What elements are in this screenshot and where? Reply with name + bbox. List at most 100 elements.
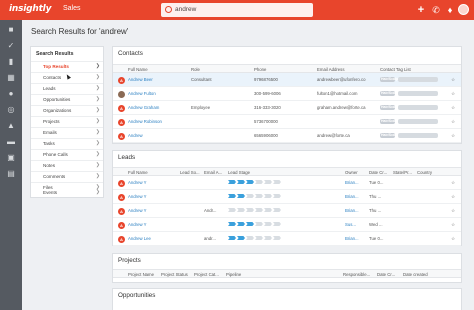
column-header[interactable]: Full Name bbox=[128, 170, 148, 175]
files-icon[interactable]: ▤ bbox=[6, 169, 16, 178]
lead-owner[interactable]: Brian... bbox=[345, 180, 359, 185]
column-header[interactable]: Project Name bbox=[128, 272, 154, 277]
star-icon[interactable]: ☆ bbox=[451, 180, 455, 186]
calendar-icon[interactable]: ▣ bbox=[6, 153, 16, 162]
lead-name[interactable]: Andrew Y bbox=[128, 208, 147, 213]
star-icon[interactable]: ☆ bbox=[451, 222, 455, 228]
search-value[interactable]: andrew bbox=[175, 6, 196, 13]
column-header[interactable]: Lead Stage bbox=[228, 170, 250, 175]
contacts-icon[interactable]: ▮ bbox=[6, 57, 16, 66]
star-icon[interactable]: ☆ bbox=[451, 133, 455, 139]
table-row[interactable]: A Andrew Y Sus... Wed ... ☆ bbox=[113, 218, 461, 232]
leads-icon[interactable]: ◎ bbox=[6, 105, 16, 114]
column-header[interactable]: Owner bbox=[345, 170, 358, 175]
table-row[interactable]: A Andrew Lee andr... Brian... Tue 0... ☆ bbox=[113, 232, 461, 246]
column-header[interactable]: Project Status bbox=[161, 272, 188, 277]
tag-badge[interactable]: Hair/Scalp bbox=[380, 91, 398, 96]
projects-panel: Projects Project Name Project Status Pro… bbox=[112, 253, 462, 283]
star-icon[interactable]: ☆ bbox=[451, 91, 455, 97]
tag-badge[interactable]: Hair/Scalp bbox=[380, 133, 398, 138]
column-header[interactable]: Role bbox=[191, 67, 200, 72]
organizations-icon[interactable]: ▦ bbox=[6, 73, 16, 82]
emails-icon[interactable]: ▬ bbox=[6, 137, 16, 146]
plus-icon[interactable]: + bbox=[415, 4, 427, 16]
tasks-icon[interactable]: ✓ bbox=[6, 41, 16, 50]
lead-owner[interactable]: Brian... bbox=[345, 236, 359, 241]
star-icon[interactable]: ☆ bbox=[451, 208, 455, 214]
column-header[interactable]: Email Address bbox=[317, 67, 344, 72]
phone-icon[interactable]: ✆ bbox=[430, 4, 442, 16]
lead-name[interactable]: Andrew Y bbox=[128, 222, 147, 227]
star-icon[interactable]: ☆ bbox=[451, 194, 455, 200]
star-icon[interactable]: ☆ bbox=[451, 105, 455, 111]
contact-name[interactable]: Andrew bbox=[128, 133, 143, 138]
contact-email[interactable]: fulton1@hotmail.com bbox=[317, 91, 357, 96]
nav-item-phone-calls[interactable]: Phone Calls ❯ bbox=[31, 149, 103, 159]
column-header[interactable]: Country bbox=[417, 170, 432, 175]
table-row[interactable]: A Andrew Beer Consultant 9796876500 andr… bbox=[113, 73, 461, 87]
column-header[interactable]: Date Cr... bbox=[369, 170, 387, 175]
column-header[interactable]: Project Cat... bbox=[194, 272, 219, 277]
opportunities-icon[interactable]: ● bbox=[6, 89, 16, 98]
nav-item-tasks[interactable]: Tasks ❯ bbox=[31, 138, 103, 148]
nav-item-events[interactable]: Events ❯ bbox=[31, 189, 103, 198]
table-row[interactable]: A Andrew Y Brian... Tue 0... ☆ bbox=[113, 176, 461, 190]
table-row[interactable]: A Andrew Robinson 5736700000 Hair/Scalp … bbox=[113, 115, 461, 129]
nav-item-leads[interactable]: Leads ❯ bbox=[31, 83, 103, 93]
user-avatar[interactable] bbox=[458, 4, 469, 15]
table-row[interactable]: A Andrew Y Andr... Brian... Thu ... ☆ bbox=[113, 204, 461, 218]
lead-owner[interactable]: Sus... bbox=[345, 222, 356, 227]
avatar: A bbox=[118, 208, 125, 215]
home-icon[interactable]: ■ bbox=[6, 25, 16, 34]
nav-item-emails[interactable]: Emails ❯ bbox=[31, 127, 103, 137]
contact-email[interactable]: graham.andrew@forte.ca bbox=[317, 105, 366, 110]
bell-icon[interactable]: ♦ bbox=[444, 4, 456, 16]
star-icon[interactable]: ☆ bbox=[451, 77, 455, 83]
contacts-panel: Contacts Full Name Role Phone Email Addr… bbox=[112, 46, 462, 144]
search-input[interactable]: andrew bbox=[161, 3, 313, 17]
lead-name[interactable]: Andrew Lee bbox=[128, 236, 151, 241]
column-header[interactable]: Contact Tag List bbox=[380, 67, 411, 72]
contact-name[interactable]: Andrew Fulton bbox=[128, 91, 156, 96]
app-logo[interactable]: insightly bbox=[9, 4, 51, 14]
nav-item-projects[interactable]: Projects ❯ bbox=[31, 116, 103, 126]
lead-stage-step bbox=[264, 194, 272, 198]
star-icon[interactable]: ☆ bbox=[451, 236, 455, 242]
table-row[interactable]: A Andrew Graham Employee 316-333-3020 gr… bbox=[113, 101, 461, 115]
column-header[interactable]: Phone bbox=[254, 67, 266, 72]
tag-badge[interactable]: Hair/Scalp bbox=[380, 105, 398, 110]
contact-email[interactable]: andrew@forte.ca bbox=[317, 133, 350, 138]
star-icon[interactable]: ☆ bbox=[451, 119, 455, 125]
nav-item-files[interactable]: Files ❯ bbox=[31, 182, 103, 192]
lead-name[interactable]: Andrew Y bbox=[128, 194, 147, 199]
contact-phone: 300-599-6006 bbox=[254, 91, 281, 96]
column-header[interactable]: Lead So... bbox=[180, 170, 200, 175]
nav-item-top-results[interactable]: Top Results ❯ bbox=[31, 61, 103, 71]
column-header[interactable]: Pipeline bbox=[226, 272, 241, 277]
app-name[interactable]: Sales bbox=[63, 5, 81, 12]
column-header[interactable]: State/Pr... bbox=[393, 170, 412, 175]
table-row[interactable]: A Andrew Y Brian... Thu ... ☆ bbox=[113, 190, 461, 204]
table-row[interactable]: A Andrew 6565906000 andrew@forte.ca Hair… bbox=[113, 129, 461, 143]
table-row[interactable]: Andrew Fulton 300-599-6006 fulton1@hotma… bbox=[113, 87, 461, 101]
lead-name[interactable]: Andrew Y bbox=[128, 180, 147, 185]
column-header[interactable]: Full Name bbox=[128, 67, 148, 72]
contact-name[interactable]: Andrew Graham bbox=[128, 105, 159, 110]
tag-badge[interactable]: Hair/Scalp bbox=[380, 77, 398, 82]
nav-item-notes[interactable]: Notes ❯ bbox=[31, 160, 103, 170]
lead-owner[interactable]: Brian... bbox=[345, 194, 359, 199]
contact-name[interactable]: Andrew Beer bbox=[128, 77, 153, 82]
column-header[interactable]: Email A... bbox=[204, 170, 222, 175]
contact-name[interactable]: Andrew Robinson bbox=[128, 119, 162, 124]
column-header[interactable]: Responsible... bbox=[343, 272, 370, 277]
lead-owner[interactable]: Brian... bbox=[345, 208, 359, 213]
column-header[interactable]: Date created bbox=[403, 272, 428, 277]
lead-stage-step bbox=[264, 208, 272, 212]
column-header[interactable]: Date Cr... bbox=[377, 272, 395, 277]
contact-email[interactable]: andrewbeer@ufonfero.co bbox=[317, 77, 366, 82]
nav-item-opportunities[interactable]: Opportunities ❯ bbox=[31, 94, 103, 104]
nav-item-comments[interactable]: Comments ❯ bbox=[31, 171, 103, 181]
nav-item-organizations[interactable]: Organizations ❯ bbox=[31, 105, 103, 115]
tag-badge[interactable]: Hair/Scalp bbox=[380, 119, 398, 124]
projects-icon[interactable]: ▲ bbox=[6, 121, 16, 130]
